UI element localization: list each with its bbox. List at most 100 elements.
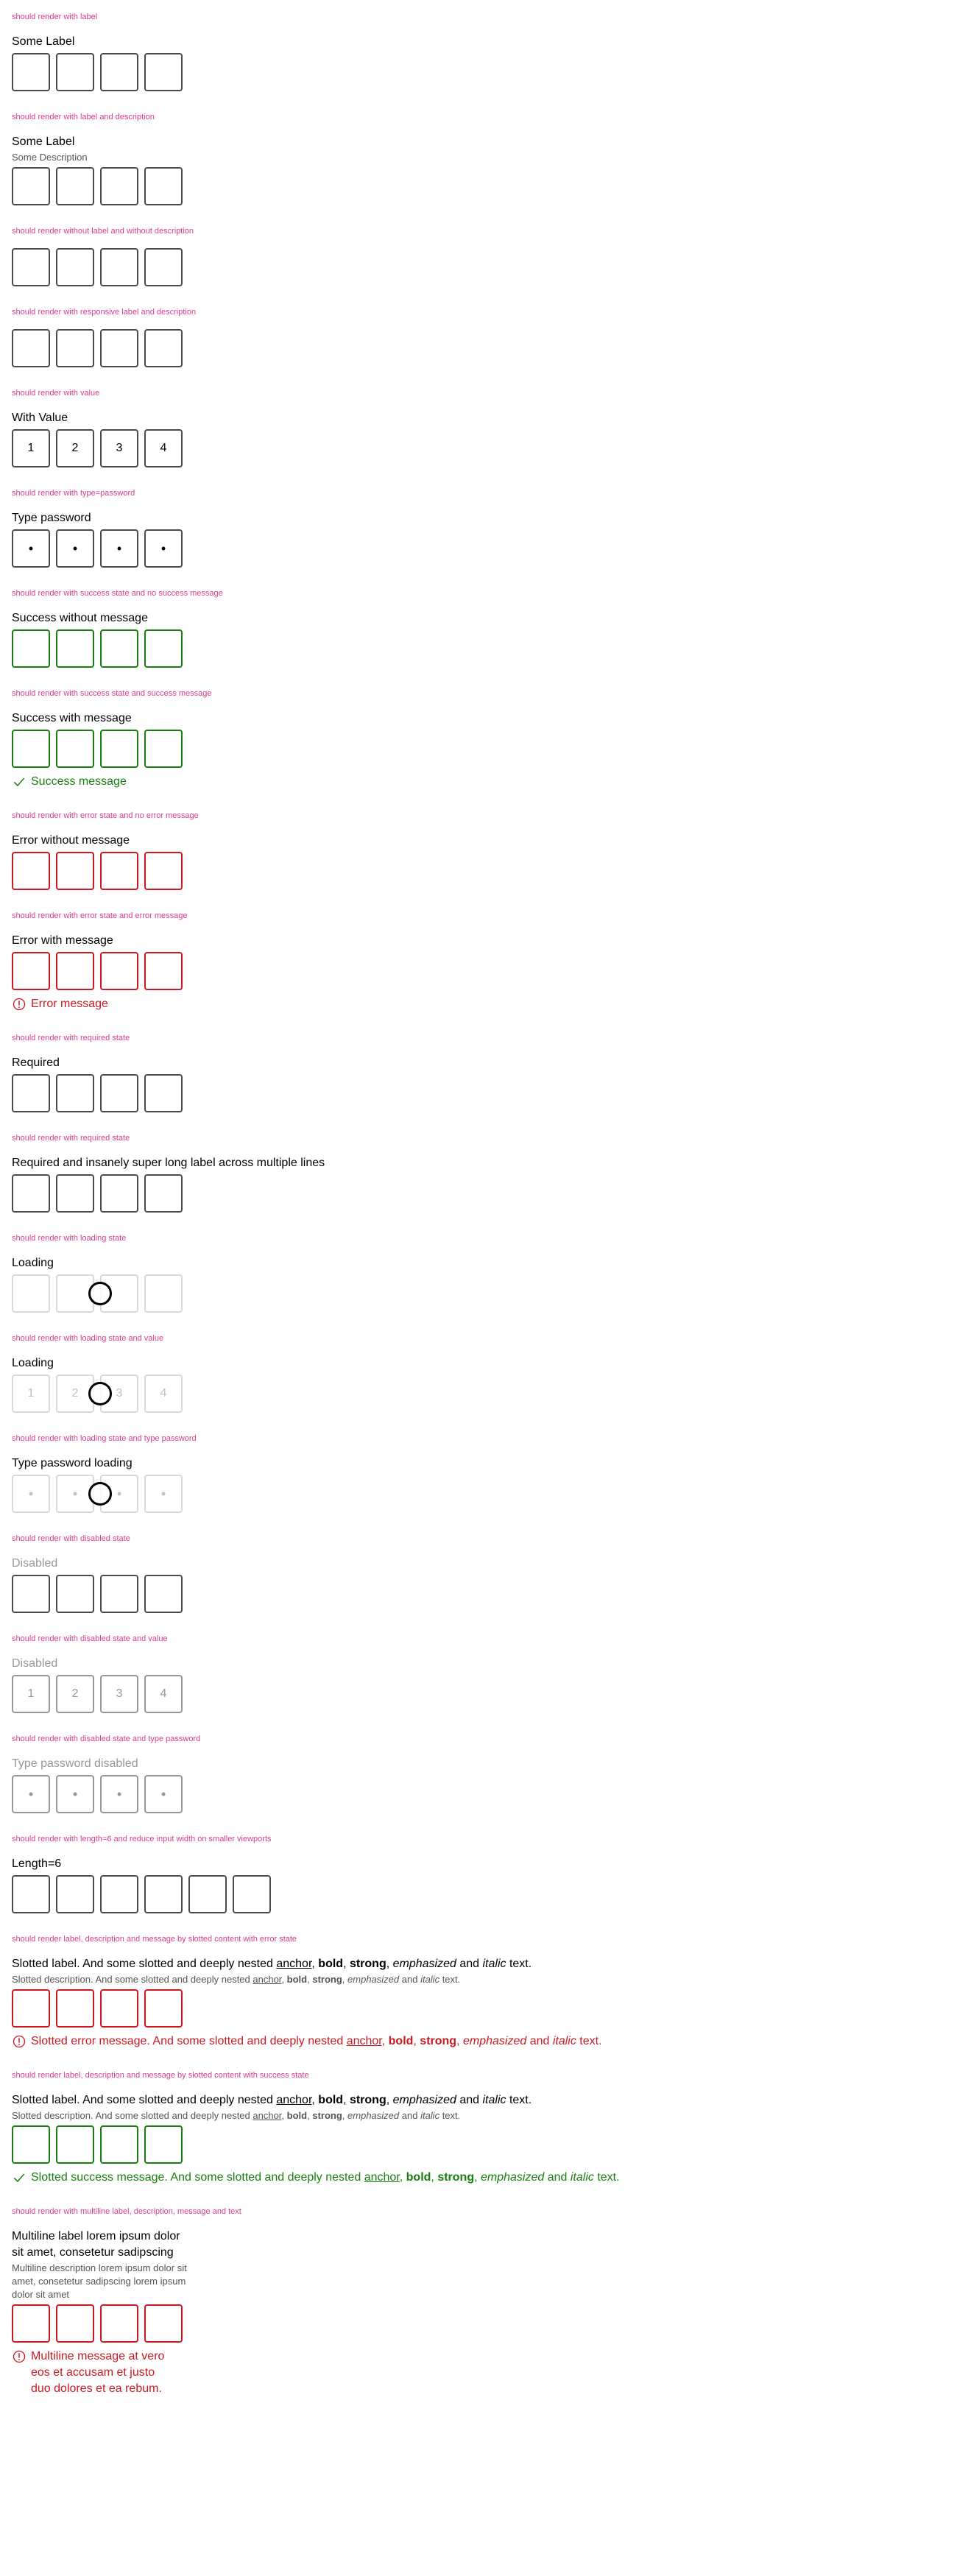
pin-input-2[interactable] [56, 1174, 94, 1213]
pin-input-3[interactable] [100, 1875, 138, 1913]
slot-anchor-link[interactable]: anchor [364, 2171, 400, 2184]
pin-input-1[interactable] [12, 1274, 50, 1313]
pin-input-3[interactable] [100, 1174, 138, 1213]
pin-input-2[interactable] [56, 1989, 94, 2028]
slot-text: Slotted error message. And some slotted … [31, 2035, 347, 2047]
pin-input-2[interactable]: • [56, 529, 94, 568]
pin-input-2[interactable] [56, 1074, 94, 1112]
slot-strong: strong [437, 2171, 475, 2184]
pin-input-2[interactable] [56, 167, 94, 205]
slot-text: and [544, 2171, 571, 2184]
pin-input-1[interactable]: • [12, 529, 50, 568]
pin-input-1[interactable] [12, 1074, 50, 1112]
pin-input-3[interactable] [100, 730, 138, 768]
pin-input-1: 1 [12, 1675, 50, 1713]
pin-input-4[interactable] [144, 2304, 183, 2343]
pin-input-1[interactable] [12, 248, 50, 286]
pin-input-1[interactable] [12, 1875, 50, 1913]
pin-input-4[interactable] [144, 852, 183, 890]
pin-input-1[interactable] [12, 2304, 50, 2343]
pin-input-4[interactable]: 4 [144, 429, 183, 467]
pin-input-1[interactable] [12, 1989, 50, 2028]
pin-code-description: Slotted description. And some slotted an… [12, 1973, 945, 1986]
slot-text: and [399, 1974, 421, 1985]
pin-input-1[interactable] [12, 730, 50, 768]
success-message: Slotted success message. And some slotte… [12, 2170, 945, 2186]
pin-input-4[interactable] [144, 1989, 183, 2028]
pin-input-4[interactable] [144, 629, 183, 668]
pin-input-1[interactable] [12, 952, 50, 990]
story-title: should render with required state [12, 1034, 130, 1042]
pin-input-1[interactable] [12, 852, 50, 890]
pin-code-inputs [12, 1989, 945, 2028]
pin-input-2[interactable]: 2 [56, 429, 94, 467]
story-title: should render with loading state and typ… [12, 1434, 197, 1443]
pin-input-4[interactable] [144, 730, 183, 768]
message-text: Slotted error message. And some slotted … [31, 2033, 602, 2050]
pin-input-4[interactable] [144, 329, 183, 367]
pin-code-inputs [12, 1575, 945, 1613]
pin-input-3[interactable] [100, 248, 138, 286]
pin-input-4[interactable]: • [144, 529, 183, 568]
exclamation-icon [13, 998, 26, 1011]
slot-anchor-link[interactable]: anchor [276, 2094, 311, 2106]
pin-input-4[interactable] [144, 952, 183, 990]
pin-input-4[interactable] [144, 1875, 183, 1913]
slot-text: Slotted description. And some slotted an… [12, 1974, 253, 1985]
pin-input-4[interactable] [144, 2125, 183, 2164]
pin-input-3[interactable]: • [100, 529, 138, 568]
pin-input-1[interactable]: • [12, 1475, 50, 1513]
pin-input-2[interactable] [56, 248, 94, 286]
pin-input-3[interactable]: 3 [100, 429, 138, 467]
pin-code-label: Disabled [12, 1557, 58, 1570]
slot-anchor-link[interactable]: anchor [253, 2110, 281, 2121]
pin-input-2[interactable] [56, 1875, 94, 1913]
pin-input-2[interactable] [56, 852, 94, 890]
pin-input-2[interactable] [56, 952, 94, 990]
pin-input-4[interactable] [144, 248, 183, 286]
pin-input-3[interactable] [100, 629, 138, 668]
password-dot: • [72, 541, 78, 556]
pin-input-5[interactable] [188, 1875, 227, 1913]
pin-input-2[interactable] [56, 329, 94, 367]
pin-input-3[interactable] [100, 1074, 138, 1112]
pin-input-4[interactable] [144, 1074, 183, 1112]
pin-input-3[interactable] [100, 2304, 138, 2343]
pin-input-4[interactable] [144, 167, 183, 205]
spinner-icon [88, 1382, 112, 1405]
pin-code-inputs [12, 2304, 945, 2343]
slot-anchor-link[interactable]: anchor [276, 1958, 311, 1970]
pin-input-2[interactable] [56, 2304, 94, 2343]
slot-strong: strong [349, 1958, 386, 1970]
pin-input-1[interactable]: 1 [12, 429, 50, 467]
pin-input-3[interactable] [100, 1989, 138, 2028]
pin-input-1[interactable] [12, 2125, 50, 2164]
pin-input-4[interactable] [144, 53, 183, 91]
pin-input-1[interactable] [12, 329, 50, 367]
story-title: should render with responsive label and … [12, 308, 197, 317]
pin-input-6[interactable] [233, 1875, 271, 1913]
pin-input-4[interactable] [144, 1274, 183, 1313]
pin-input-3[interactable] [100, 852, 138, 890]
pin-input-3[interactable] [100, 167, 138, 205]
pin-input-1[interactable] [12, 629, 50, 668]
pin-input-3[interactable] [100, 2125, 138, 2164]
pin-input-2[interactable] [56, 2125, 94, 2164]
pin-input-3[interactable] [100, 952, 138, 990]
pin-input-3[interactable] [100, 53, 138, 91]
slot-anchor-link[interactable]: anchor [253, 1974, 281, 1985]
pin-input-1[interactable]: 1 [12, 1375, 50, 1413]
slot-anchor-link[interactable]: anchor [347, 2035, 382, 2047]
pin-input-1[interactable] [12, 1174, 50, 1213]
pin-input-4[interactable] [144, 1174, 183, 1213]
pin-input-3[interactable] [100, 329, 138, 367]
pin-input-2[interactable] [56, 53, 94, 91]
pin-input-4[interactable]: • [144, 1475, 183, 1513]
pin-code-label: Success with message [12, 712, 132, 724]
story-title: should render with disabled state and va… [12, 1634, 168, 1643]
pin-input-2[interactable] [56, 629, 94, 668]
pin-input-1[interactable] [12, 167, 50, 205]
pin-input-1[interactable] [12, 53, 50, 91]
pin-input-4[interactable]: 4 [144, 1375, 183, 1413]
pin-input-2[interactable] [56, 730, 94, 768]
